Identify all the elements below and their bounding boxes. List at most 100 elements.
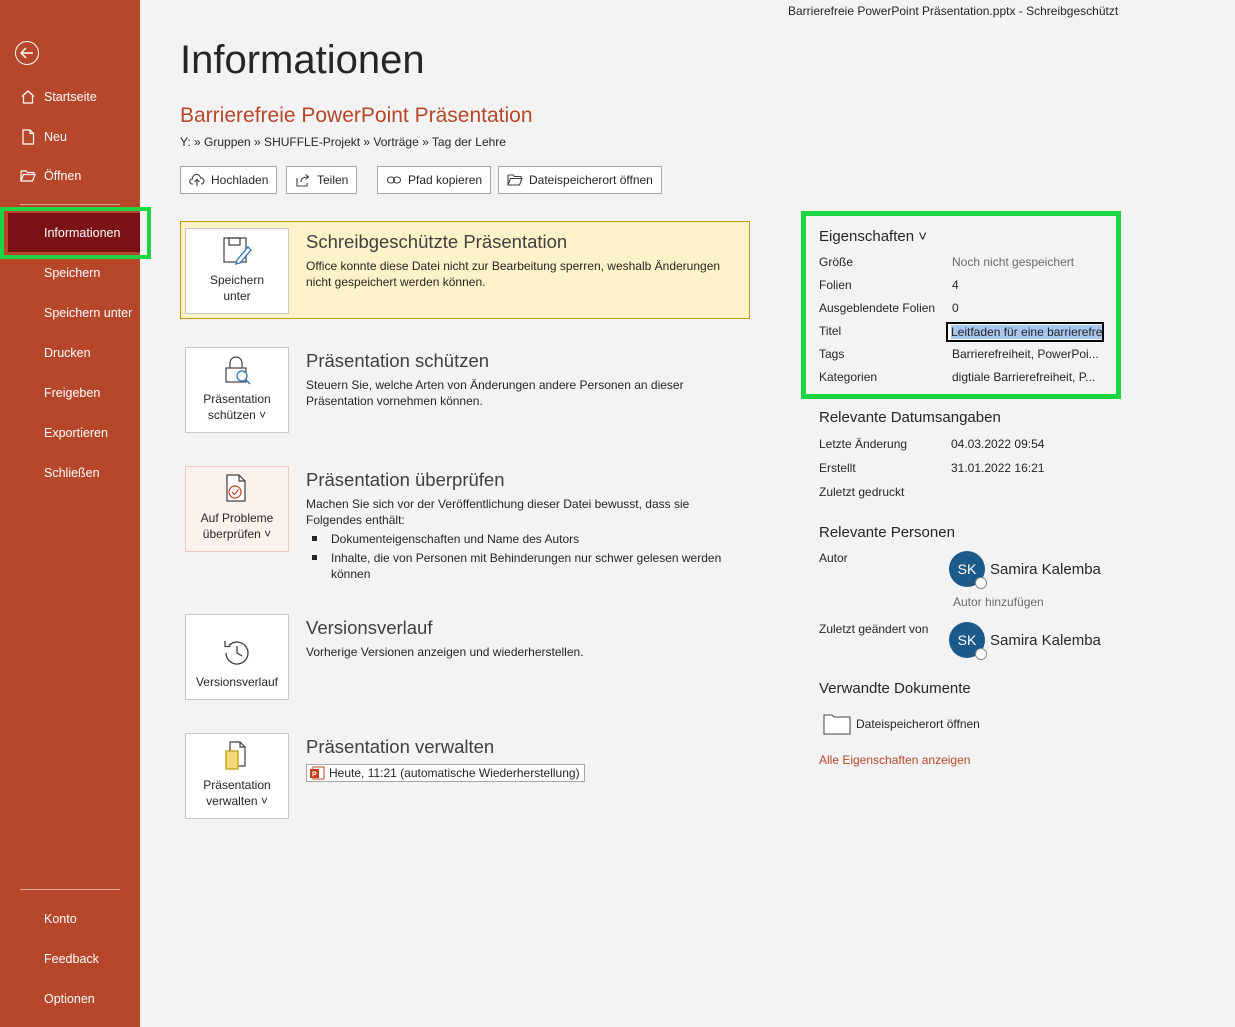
breadcrumb: Y: » Gruppen » SHUFFLE-Projekt » Vorträg… [180, 135, 506, 149]
sidebar-item-label: Konto [44, 912, 77, 926]
property-key: Kategorien [819, 370, 878, 384]
date-key: Erstellt [819, 461, 856, 475]
share-button[interactable]: Teilen [286, 166, 358, 194]
sidebar-item-label: Öffnen [44, 169, 82, 183]
people-heading: Relevante Personen [819, 524, 955, 541]
protect-title: Präsentation schützen [306, 350, 490, 371]
sidebar-item-feedback[interactable]: Feedback [0, 942, 140, 976]
upload-button[interactable]: Hochladen [180, 166, 278, 194]
bullet-text: Dokumenteigenschaften und Name des Autor… [331, 532, 580, 546]
protect-label-1: Präsentation [203, 392, 271, 406]
avatar-initials: SK [957, 632, 977, 648]
presence-icon [975, 648, 987, 660]
author-label: Autor [819, 551, 848, 565]
sidebar-item-drucken[interactable]: Drucken [0, 336, 140, 370]
sidebar-item-label: Speichern [44, 266, 101, 280]
copy-path-button[interactable]: Pfad kopieren [377, 166, 492, 194]
version-entry-label: Heute, 11:21 (automatische Wiederherstel… [329, 766, 580, 780]
date-value-created: 31.01.2022 16:21 [951, 461, 1045, 475]
sidebar-item-label: Freigeben [44, 386, 101, 400]
manage-label-1: Präsentation [203, 778, 271, 792]
sidebar-item-freigeben[interactable]: Freigeben [0, 376, 140, 410]
avatar[interactable]: SK [949, 551, 987, 589]
avatar[interactable]: SK [949, 622, 987, 660]
property-key: Titel [819, 324, 842, 338]
save-as-label-2: unter [223, 289, 251, 303]
sidebar-item-speichern[interactable]: Speichern [0, 256, 140, 290]
versions-description: Vorherige Versionen anzeigen und wiederh… [306, 645, 584, 659]
open-location-label: Dateispeicherort öffnen [529, 173, 653, 187]
autosave-version-entry[interactable]: P Heute, 11:21 (automatische Wiederherst… [306, 764, 585, 782]
upload-label: Hochladen [211, 173, 269, 187]
protect-presentation-button[interactable]: Präsentation schützen ˅ [185, 347, 289, 433]
document-title: Barrierefreie PowerPoint Präsentation [180, 104, 533, 127]
version-history-button[interactable]: Versionsverlauf [185, 614, 289, 700]
open-folder-icon [507, 174, 523, 186]
property-key: Ausgeblendete Folien [819, 301, 936, 315]
date-value-modified: 04.03.2022 09:54 [951, 437, 1045, 451]
readonly-title: Schreibgeschützte Präsentation [306, 231, 568, 252]
inspect-document-icon [226, 474, 246, 502]
open-file-location-link[interactable]: Dateispeicherort öffnen [823, 713, 980, 735]
sidebar-item-neu[interactable]: Neu [0, 120, 140, 154]
inspect-bullet: Inhalte, die von Personen mit Behinderun… [312, 550, 742, 582]
property-value-tags[interactable]: Barrierefreiheit, PowerPoi... [952, 347, 1099, 361]
link-icon [386, 176, 402, 184]
sidebar-item-startseite[interactable]: Startseite [0, 80, 140, 114]
powerpoint-file-icon: P [310, 766, 325, 780]
share-label: Teilen [317, 173, 349, 187]
page-title: Informationen [180, 38, 425, 82]
property-key: Tags [819, 347, 845, 361]
sidebar-item-optionen[interactable]: Optionen [0, 982, 140, 1016]
back-arrow-icon[interactable] [15, 41, 39, 65]
protect-label-2: schützen ˅ [207, 408, 267, 422]
sidebar-item-exportieren[interactable]: Exportieren [0, 416, 140, 450]
show-all-properties-link[interactable]: Alle Eigenschaften anzeigen [819, 753, 970, 767]
modified-by-name[interactable]: Samira Kalemba [990, 632, 1101, 649]
sidebar-item-oeffnen[interactable]: Öffnen [0, 159, 140, 193]
date-key: Zuletzt gedruckt [819, 485, 905, 499]
sidebar-item-informationen[interactable]: Informationen [0, 216, 140, 250]
manage-presentation-button[interactable]: Präsentation verwalten ˅ [185, 733, 289, 819]
title-input[interactable]: Leitfaden für eine barrierefre [946, 322, 1104, 342]
sidebar-divider [20, 204, 120, 205]
home-icon [20, 89, 36, 105]
versions-title: Versionsverlauf [306, 617, 433, 638]
sidebar-item-label: Startseite [44, 90, 97, 104]
presence-icon [975, 577, 987, 589]
inspect-description: Machen Sie sich vor der Veröffentlichung… [306, 497, 690, 527]
save-as-button[interactable]: Speichern unter [185, 228, 289, 314]
dates-heading: Relevante Datumsangaben [819, 409, 1001, 426]
property-key: Größe [819, 255, 854, 269]
sidebar-item-konto[interactable]: Konto [0, 902, 140, 936]
sidebar-divider [20, 889, 120, 890]
check-issues-button[interactable]: Auf Probleme überprüfen ˅ [185, 466, 289, 552]
avatar-initials: SK [957, 561, 977, 577]
properties-heading[interactable]: Eigenschaften ˅ [819, 228, 927, 245]
protect-description: Steuern Sie, welche Arten von Änderungen… [306, 378, 684, 408]
window-title: Barrierefreie PowerPoint Präsentation.pp… [788, 4, 1119, 18]
svg-text:P: P [312, 772, 317, 779]
sidebar-item-schliessen[interactable]: Schließen [0, 456, 140, 490]
check-issues-label-2: überprüfen ˅ [202, 527, 272, 541]
property-value-slides: 4 [952, 278, 959, 292]
add-author-link[interactable]: Autor hinzufügen [953, 595, 1044, 609]
property-value-categories[interactable]: digtiale Barrierefreiheit, P... [952, 370, 1095, 384]
sidebar-item-label: Speichern unter [44, 306, 133, 320]
copy-path-label: Pfad kopieren [408, 173, 483, 187]
manage-label-2: verwalten ˅ [206, 794, 268, 808]
date-key: Letzte Änderung [819, 437, 908, 451]
property-value-hidden-slides: 0 [952, 301, 959, 315]
sidebar-item-speichern-unter[interactable]: Speichern unter [0, 296, 140, 330]
property-key: Folien [819, 278, 852, 292]
title-input-value: Leitfaden für eine barrierefre [951, 325, 1103, 339]
bullet-dot [312, 536, 317, 541]
history-icon [224, 641, 249, 665]
open-file-location-label: Dateispeicherort öffnen [856, 717, 980, 731]
modified-by-label: Zuletzt geändert von [819, 622, 929, 636]
author-name[interactable]: Samira Kalemba [990, 561, 1101, 578]
open-location-button[interactable]: Dateispeicherort öffnen [498, 166, 662, 194]
bullet-dot [312, 555, 317, 560]
sidebar-item-label: Neu [44, 130, 67, 144]
check-issues-label-1: Auf Probleme [200, 511, 274, 525]
